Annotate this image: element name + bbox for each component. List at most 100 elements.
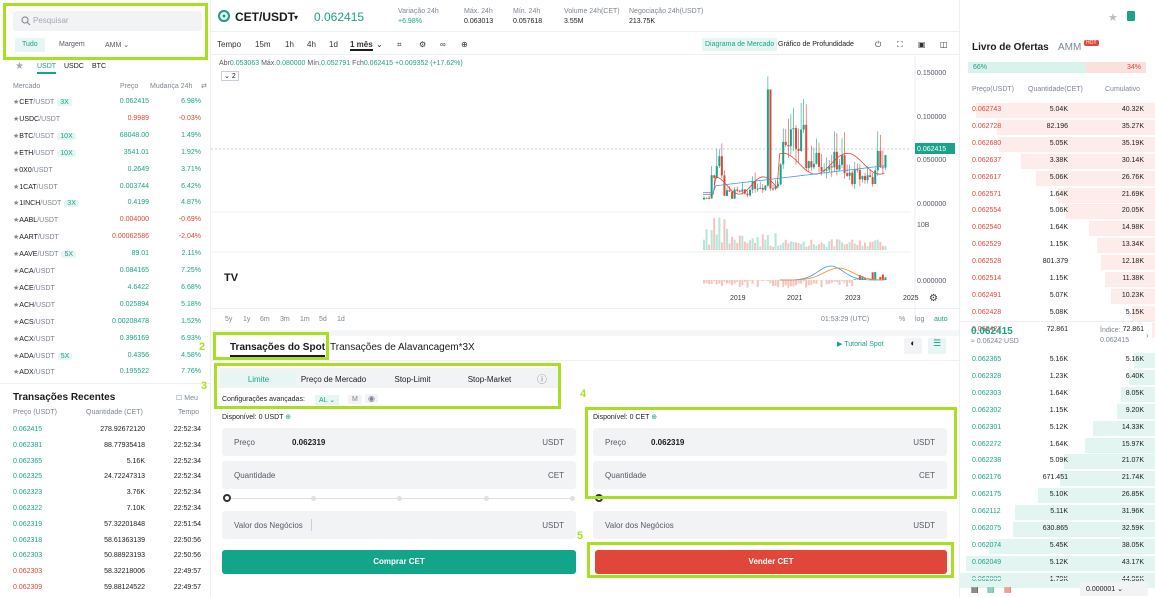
gear-icon[interactable]: ⚙	[929, 293, 938, 304]
market-row[interactable]: ★1INCH/USDT 3X 0.4199 4.87%	[0, 195, 211, 212]
range-option[interactable]: 1d	[337, 316, 345, 323]
sell-price-value[interactable]: 0.062319	[651, 438, 684, 447]
star-icon[interactable]: ★	[15, 61, 24, 72]
indicators-icon[interactable]: ∞	[440, 40, 446, 49]
asks-row[interactable]: 0.062743 5.04K 40.32K	[960, 102, 1155, 119]
advanced-m[interactable]: M	[348, 395, 362, 404]
asks-row[interactable]: 0.062428 5.08K 5.15K	[960, 305, 1155, 322]
pair-title[interactable]: CET/USDT	[235, 10, 295, 24]
chevron-down-icon[interactable]: ⌄	[376, 40, 383, 49]
buy-price-value[interactable]: 0.062319	[292, 438, 325, 447]
bids-row[interactable]: 0.062365 5.16K 5.16K	[960, 352, 1155, 369]
market-row[interactable]: ★ACX/USDT 0.396169 6.93%	[0, 331, 211, 348]
scale-log[interactable]: log	[915, 316, 924, 323]
sell-slider-handle[interactable]	[595, 494, 603, 502]
view-asks-icon[interactable]: ▤	[1004, 585, 1012, 594]
market-row[interactable]: ★CET/USDT 3X 0.062415 6.98%	[0, 94, 211, 111]
fullscreen-icon[interactable]: ⛶	[897, 40, 903, 50]
camera-icon[interactable]: ◫	[940, 40, 948, 49]
header-market[interactable]: Mercado	[13, 83, 40, 90]
asks-row[interactable]: 0.062528 801.379 12.18K	[960, 254, 1155, 271]
tab-market-diagram[interactable]: Diagrama de Mercado	[702, 38, 778, 51]
add-icon[interactable]: ⊕	[461, 40, 468, 49]
market-row[interactable]: ★AART/USDT 0.00062586 -2.04%	[0, 229, 211, 246]
bids-row[interactable]: 0.062049 5.12K 43.17K	[960, 555, 1155, 572]
mine-checkbox[interactable]: ☐ Meu	[176, 394, 198, 402]
tf-1month[interactable]: 1 mês	[350, 40, 373, 51]
market-row[interactable]: ★ADX/USDT 0.195522 7.76%	[0, 364, 211, 381]
bids-row[interactable]: 0.062075 630.865 32.59K	[960, 521, 1155, 538]
deposit-icon[interactable]: ⊕	[285, 414, 291, 421]
range-option[interactable]: 6m	[260, 316, 270, 323]
sell-quantity-field[interactable]: Quantidade CET	[593, 461, 947, 489]
bids-row[interactable]: 0.062328 1.23K 6.40K	[960, 369, 1155, 386]
layout-toggle-icon[interactable]: ☰	[928, 338, 946, 354]
asks-row[interactable]: 0.062617 5.06K 26.76K	[960, 170, 1155, 187]
market-row[interactable]: ★1CAT/USDT 0.003744 6.42%	[0, 179, 211, 196]
asks-row[interactable]: 0.062529 1.15K 13.34K	[960, 237, 1155, 254]
slider-tick[interactable]	[397, 496, 402, 501]
tab-depth-chart[interactable]: Gráfico de Profundidade	[778, 41, 854, 48]
view-both-icon[interactable]: ▤	[971, 585, 979, 594]
header-price[interactable]: Preço	[120, 83, 138, 90]
bids-row[interactable]: 0.062112 5.11K 31.96K	[960, 504, 1155, 521]
asks-row[interactable]: 0.062514 1.15K 11.38K	[960, 271, 1155, 288]
settings-icon[interactable]: ⚙	[419, 40, 426, 49]
chevron-right-icon[interactable]: ›	[1146, 331, 1149, 340]
deposit-icon[interactable]: ⊕	[651, 414, 657, 421]
precision-select[interactable]: 0.000001 ⌄	[1080, 582, 1148, 596]
type-market[interactable]: Preço de Mercado	[296, 372, 371, 386]
asks-row[interactable]: 0.062728 82.196 35.27K	[960, 119, 1155, 136]
range-option[interactable]: 5y	[225, 316, 232, 323]
tab-btc[interactable]: BTC	[92, 63, 106, 70]
buy-button[interactable]: Comprar CET	[222, 550, 576, 574]
market-row[interactable]: ★AABL/USDT 0.004000 -0.69%	[0, 212, 211, 229]
type-limit[interactable]: Limite	[221, 372, 296, 386]
market-row[interactable]: ★USDC/USDT 0.9989 -0.03%	[0, 111, 211, 128]
range-option[interactable]: 1y	[243, 316, 250, 323]
search-box[interactable]: Pesquisar	[13, 11, 202, 31]
asks-row[interactable]: 0.062540 1.64K 14.98K	[960, 220, 1155, 237]
range-option[interactable]: 5d	[319, 316, 327, 323]
tf-15m[interactable]: 15m	[255, 40, 271, 49]
market-row[interactable]: ★ETH/USDT 10X 3541.01 1.92%	[0, 145, 211, 162]
bids-row[interactable]: 0.062303 1.64K 8.05K	[960, 386, 1155, 403]
filter-all[interactable]: Tudo	[15, 38, 45, 52]
buy-price-field[interactable]: Preço 0.062319 USDT	[222, 428, 576, 456]
market-row[interactable]: ★ACH/USDT 0.025894 5.18%	[0, 297, 211, 314]
market-row[interactable]: ★0X0/USDT 0.2649 3.71%	[0, 162, 211, 179]
power-icon[interactable]: ⏻	[875, 40, 881, 50]
asks-row[interactable]: 0.062491 5.07K 10.23K	[960, 288, 1155, 305]
filter-amm[interactable]: AMM ⌄	[98, 38, 136, 52]
bids-row[interactable]: 0.062074 5.45K 38.05K	[960, 538, 1155, 555]
header-change[interactable]: Mudança 24h	[150, 83, 192, 90]
sell-button[interactable]: Vender CET	[595, 550, 947, 574]
tab-usdc[interactable]: USDC	[64, 63, 84, 70]
tab-margin-trading[interactable]: Transações de Alavancagem*3X	[330, 342, 475, 353]
asks-row[interactable]: 0.062554 5.06K 20.05K	[960, 203, 1155, 220]
amm-tab[interactable]: AMM	[1058, 42, 1081, 53]
bids-row[interactable]: 0.062302 1.15K 9.20K	[960, 403, 1155, 420]
theme-icon[interactable]: ◐	[904, 338, 922, 354]
slider-tick[interactable]	[311, 496, 316, 501]
info-icon[interactable]: ⓘ	[537, 371, 547, 386]
tf-1h[interactable]: 1h	[285, 40, 294, 49]
order-book-title[interactable]: Livro de Ofertas	[972, 42, 1049, 53]
bids-row[interactable]: 0.062301 5.12K 14.33K	[960, 420, 1155, 437]
search-input[interactable]: Pesquisar	[33, 16, 69, 25]
asks-row[interactable]: 0.062637 3.38K 30.14K	[960, 153, 1155, 170]
asks-row[interactable]: 0.062571 1.64K 21.69K	[960, 187, 1155, 204]
buy-total-field[interactable]: Valor dos Negócios USDT	[222, 511, 576, 539]
tab-usdt[interactable]: USDT	[37, 63, 57, 74]
scale-percent[interactable]: %	[899, 316, 905, 323]
market-row[interactable]: ★ACE/USDT 4.6422 6.68%	[0, 280, 211, 297]
type-stop-market[interactable]: Stop-Market	[452, 372, 527, 386]
market-row[interactable]: ★ACS/USDT 0.00208478 1.52%	[0, 314, 211, 331]
buy-slider-handle[interactable]	[223, 494, 231, 502]
market-row[interactable]: ★ADA/USDT 5X 0.4356 4.58%	[0, 348, 211, 365]
scale-auto[interactable]: auto	[934, 316, 948, 323]
chart-type-icon[interactable]: ⌗	[397, 40, 402, 50]
buy-quantity-field[interactable]: Quantidade CET	[222, 461, 576, 489]
tf-4h[interactable]: 4h	[307, 40, 316, 49]
bids-row[interactable]: 0.062272 1.64K 15.97K	[960, 437, 1155, 454]
